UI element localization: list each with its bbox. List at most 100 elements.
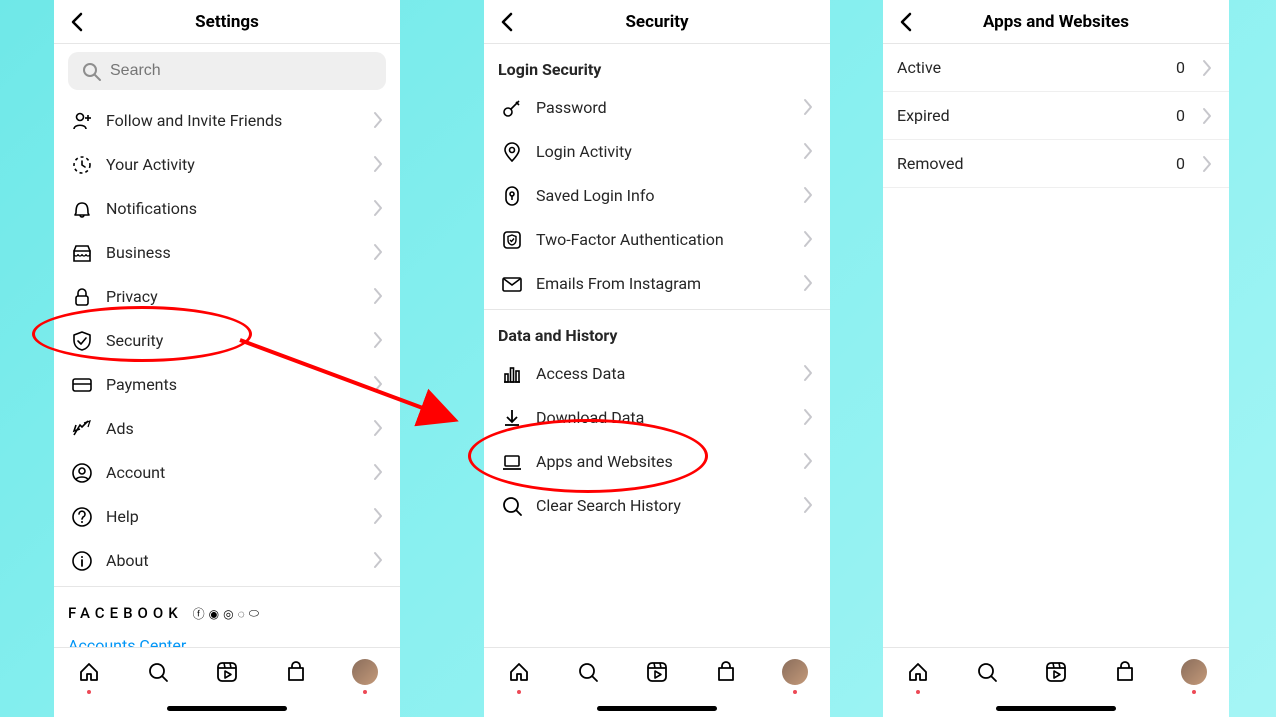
search-field[interactable] — [110, 62, 374, 80]
activity-icon — [68, 153, 94, 175]
chevron-right-icon — [1195, 152, 1215, 176]
settings-item-help[interactable]: Help — [54, 494, 400, 538]
tab-search[interactable] — [973, 658, 1001, 686]
settings-item-account[interactable]: Account — [54, 450, 400, 494]
settings-item-lock[interactable]: Privacy — [54, 274, 400, 318]
tab-reels[interactable] — [213, 658, 241, 686]
list-item-label: Payments — [106, 375, 366, 394]
settings-item-ads[interactable]: Ads — [54, 406, 400, 450]
back-button[interactable] — [494, 8, 522, 36]
security-item-keyhole[interactable]: Saved Login Info — [484, 173, 830, 217]
tab-reels[interactable] — [1042, 658, 1070, 686]
business-icon — [68, 241, 94, 263]
list-item-label: Help — [106, 507, 366, 526]
mail-icon — [498, 272, 524, 294]
tab-home[interactable] — [75, 658, 103, 686]
list-item-label: Security — [106, 331, 366, 350]
tab-shop[interactable] — [282, 658, 310, 686]
tab-search[interactable] — [574, 658, 602, 686]
tab-search[interactable] — [144, 658, 172, 686]
chevron-right-icon — [366, 460, 386, 484]
chevron-right-icon — [366, 372, 386, 396]
twofa-icon — [498, 228, 524, 250]
tab-home[interactable] — [904, 658, 932, 686]
apps-row-removed[interactable]: Removed0 — [883, 140, 1229, 188]
facebook-label: FACEBOOK — [68, 604, 183, 622]
list-item-label: Apps and Websites — [536, 452, 796, 471]
chevron-right-icon — [366, 152, 386, 176]
security-item-bars[interactable]: Access Data — [484, 351, 830, 395]
row-label: Expired — [897, 106, 1176, 125]
apps-and-websites-screen: Apps and Websites Active0Expired0Removed… — [883, 0, 1229, 717]
chevron-right-icon — [796, 361, 816, 385]
security-item-laptop[interactable]: Apps and Websites — [484, 439, 830, 483]
settings-item-activity[interactable]: Your Activity — [54, 142, 400, 186]
chevron-right-icon — [366, 328, 386, 352]
apps-row-expired[interactable]: Expired0 — [883, 92, 1229, 140]
chevron-right-icon — [366, 416, 386, 440]
tab-profile[interactable] — [781, 658, 809, 686]
settings-screen: Settings Follow and Invite Friends Your A… — [54, 0, 400, 717]
security-item-mail[interactable]: Emails From Instagram — [484, 261, 830, 305]
page-title: Settings — [195, 12, 259, 32]
tab-reels[interactable] — [643, 658, 671, 686]
chevron-right-icon — [1195, 56, 1215, 80]
download-icon — [498, 406, 524, 428]
row-label: Removed — [897, 154, 1176, 173]
chevron-right-icon — [366, 240, 386, 264]
laptop-icon — [498, 450, 524, 472]
security-item-twofa[interactable]: Two-Factor Authentication — [484, 217, 830, 261]
security-item-searchclear[interactable]: Clear Search History — [484, 483, 830, 527]
avatar — [352, 659, 378, 685]
payments-icon — [68, 373, 94, 395]
section-data-history: Data and History — [484, 310, 830, 351]
apps-row-active[interactable]: Active0 — [883, 44, 1229, 92]
settings-item-shield[interactable]: Security — [54, 318, 400, 362]
shield-icon — [68, 329, 94, 351]
list-item-label: Follow and Invite Friends — [106, 111, 366, 130]
home-indicator — [597, 706, 717, 711]
home-indicator — [996, 706, 1116, 711]
security-item-download[interactable]: Download Data — [484, 395, 830, 439]
avatar — [782, 659, 808, 685]
oculus-icon: ⬭ — [249, 606, 259, 621]
tab-home[interactable] — [505, 658, 533, 686]
facebook-icon: ⓕ — [193, 605, 205, 622]
list-item-label: Login Activity — [536, 142, 796, 161]
settings-item-payments[interactable]: Payments — [54, 362, 400, 406]
avatar — [1181, 659, 1207, 685]
list-item-label: Your Activity — [106, 155, 366, 174]
chevron-right-icon — [796, 183, 816, 207]
list-item-label: About — [106, 551, 366, 570]
back-button[interactable] — [893, 8, 921, 36]
chevron-right-icon — [366, 284, 386, 308]
pin-icon — [498, 140, 524, 162]
bell-icon — [68, 197, 94, 219]
security-item-pin[interactable]: Login Activity — [484, 129, 830, 173]
settings-item-about[interactable]: About — [54, 538, 400, 582]
home-indicator — [167, 706, 287, 711]
tab-shop[interactable] — [1111, 658, 1139, 686]
list-item-label: Notifications — [106, 199, 366, 218]
tab-shop[interactable] — [712, 658, 740, 686]
tab-profile[interactable] — [351, 658, 379, 686]
header: Settings — [54, 0, 400, 44]
whatsapp-icon: ◌ — [238, 607, 245, 621]
search-input[interactable] — [68, 52, 386, 90]
row-count: 0 — [1176, 58, 1185, 77]
instagram-icon: ◎ — [223, 607, 233, 621]
back-button[interactable] — [64, 8, 92, 36]
about-icon — [68, 549, 94, 571]
tab-profile[interactable] — [1180, 658, 1208, 686]
settings-item-business[interactable]: Business — [54, 230, 400, 274]
settings-item-bell[interactable]: Notifications — [54, 186, 400, 230]
chevron-right-icon — [366, 548, 386, 572]
list-item-label: Clear Search History — [536, 496, 796, 515]
settings-item-invite[interactable]: Follow and Invite Friends — [54, 98, 400, 142]
list-item-label: Privacy — [106, 287, 366, 306]
list-item-label: Access Data — [536, 364, 796, 383]
list-item-label: Download Data — [536, 408, 796, 427]
list-item-label: Saved Login Info — [536, 186, 796, 205]
list-item-label: Business — [106, 243, 366, 262]
security-item-key[interactable]: Password — [484, 85, 830, 129]
